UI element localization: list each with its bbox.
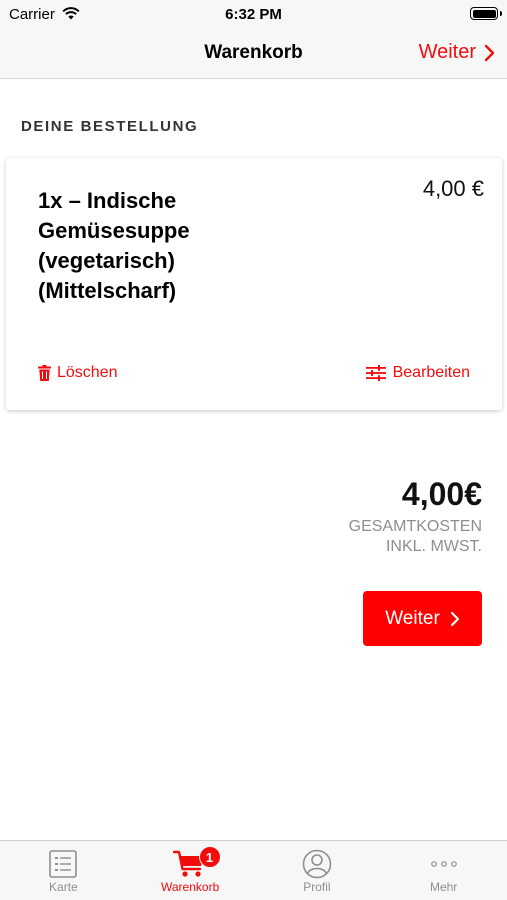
tab-karte[interactable]: Karte <box>0 841 127 900</box>
battery-icon <box>470 7 502 20</box>
nav-next-button[interactable]: Weiter <box>419 41 495 64</box>
screen: Carrier 6:32 PM Warenkorb Weiter DEINE B… <box>0 0 507 900</box>
total-label-line1: GESAMTKOSTEN <box>348 518 482 535</box>
chevron-right-icon <box>484 44 495 61</box>
menu-list-icon <box>49 841 78 881</box>
tab-label: Warenkorb <box>161 880 220 894</box>
edit-label: Bearbeiten <box>392 364 470 381</box>
delete-item-button[interactable]: Löschen <box>38 364 118 382</box>
status-bar: Carrier 6:32 PM <box>0 0 507 30</box>
total-label-line2: INKL. MWST. <box>385 538 482 555</box>
profile-icon <box>302 841 332 881</box>
tab-profil[interactable]: Profil <box>254 841 381 900</box>
more-icon <box>430 841 458 881</box>
item-name: 1x – Indische Gemüsesuppe (vegetarisch) … <box>38 188 190 303</box>
checkout-next-label: Weiter <box>385 607 440 629</box>
cart-count-badge: 1 <box>198 846 221 868</box>
checkout-next-button[interactable]: Weiter <box>363 591 482 646</box>
navigation-bar: Warenkorb Weiter <box>0 30 507 79</box>
tab-label: Mehr <box>429 880 458 894</box>
tab-warenkorb[interactable]: 1 Warenkorb <box>127 841 254 900</box>
clock-time: 6:32 PM <box>225 6 282 23</box>
total-amount: 4,00€ <box>401 476 482 512</box>
item-price: 4,00 € <box>422 176 484 201</box>
order-section-title: DEINE BESTELLUNG <box>21 118 199 135</box>
sliders-icon <box>365 365 386 381</box>
tab-label: Profil <box>303 880 331 894</box>
tab-mehr[interactable]: Mehr <box>380 841 507 900</box>
edit-item-button[interactable]: Bearbeiten <box>365 364 470 382</box>
chevron-right-icon <box>450 611 459 626</box>
total-label: GESAMTKOSTEN INKL. MWST. <box>349 517 482 557</box>
nav-next-label: Weiter <box>418 41 476 63</box>
delete-label: Löschen <box>57 364 118 381</box>
tab-bar: Karte 1 Warenkorb Profil Mehr <box>0 840 507 900</box>
tab-label: Karte <box>49 880 78 894</box>
order-item-card: 1x – Indische Gemüsesuppe (vegetarisch) … <box>6 158 502 410</box>
trash-icon <box>38 365 51 381</box>
